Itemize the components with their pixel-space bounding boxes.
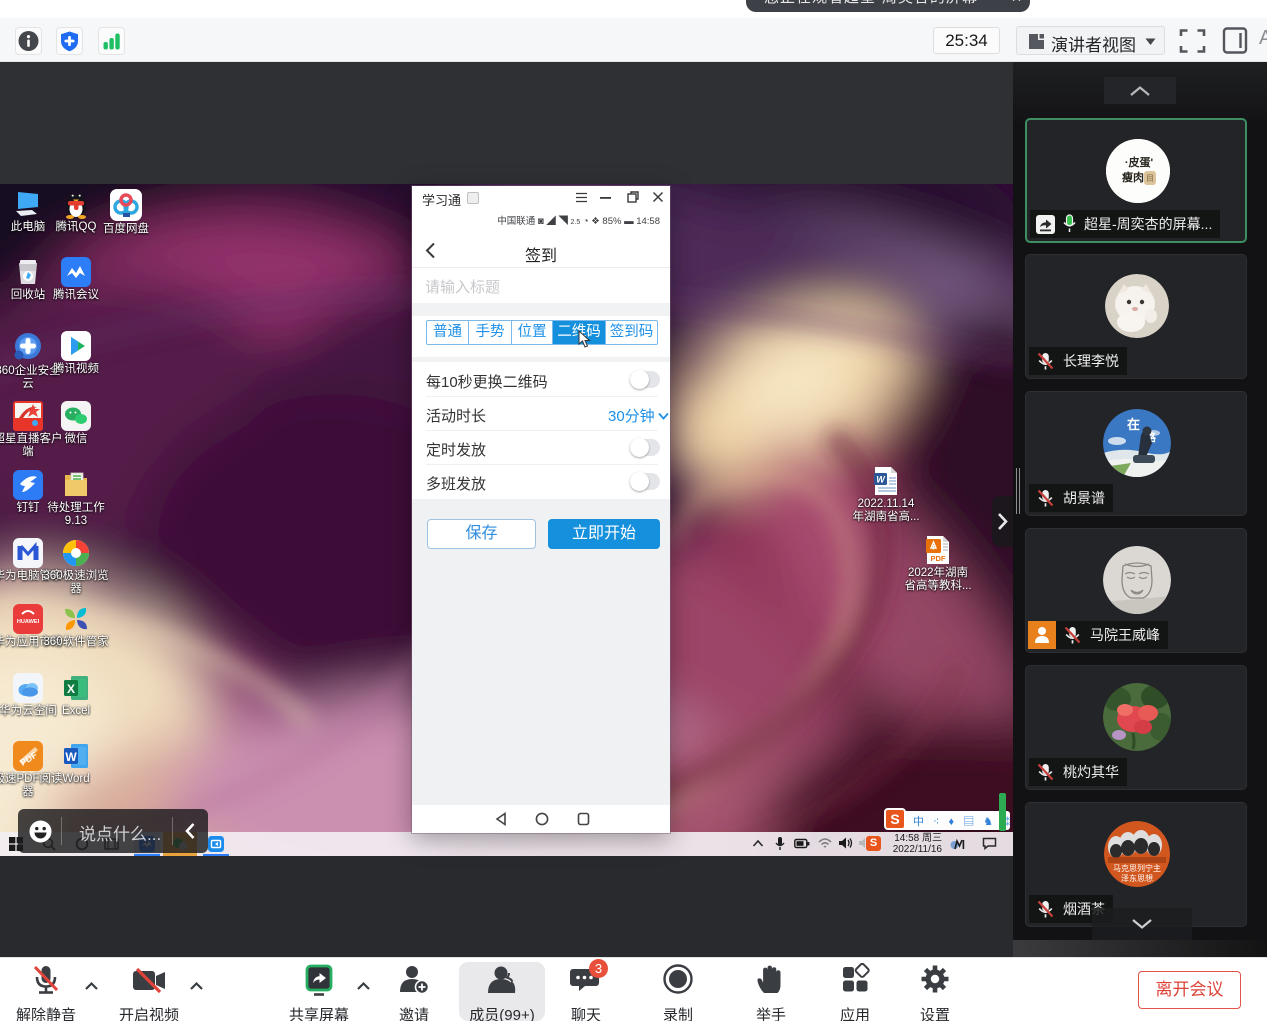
svg-text:泽东思想: 泽东思想 — [1121, 873, 1153, 883]
svg-text:·皮蛋': ·皮蛋' — [1125, 155, 1154, 169]
svg-text:W: W — [65, 750, 77, 764]
svg-text:瘦肉: 瘦肉 — [1122, 170, 1144, 184]
svg-text:在: 在 — [1127, 417, 1140, 432]
svg-text:PDF: PDF — [931, 554, 946, 563]
svg-text:目: 目 — [1146, 174, 1154, 183]
svg-text:马克思列宁主: 马克思列宁主 — [1113, 863, 1161, 873]
svg-text:X: X — [67, 682, 75, 696]
svg-text:HUAWEI: HUAWEI — [17, 619, 40, 625]
